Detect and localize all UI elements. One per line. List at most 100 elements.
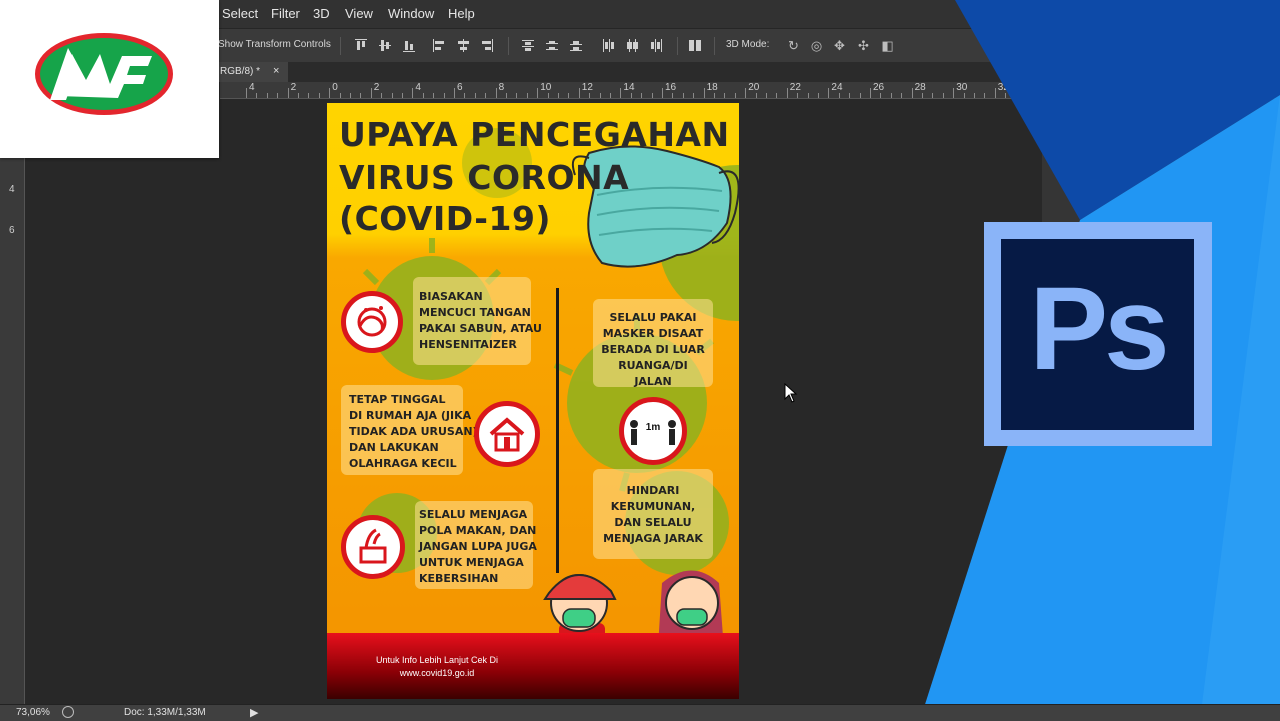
covid-poster[interactable]: UPAYA PENCEGAHAN VIRUS CORONA (COVID-19)…	[327, 103, 739, 699]
ruler-minor-tick	[277, 93, 279, 98]
distance-label: 1m	[645, 422, 661, 433]
distribute-bottom-icon[interactable]	[570, 39, 582, 52]
distribute-hcenter-icon[interactable]	[626, 39, 638, 52]
drag-3d-icon[interactable]: ✥	[832, 38, 847, 53]
ruler-minor-tick	[818, 93, 819, 98]
ruler-tick	[578, 88, 580, 98]
menu-3d[interactable]: 3D	[313, 6, 330, 21]
ruler-minor-tick	[859, 93, 861, 98]
ruler-minor-tick	[766, 93, 767, 98]
ruler-label: 14	[623, 82, 635, 93]
ruler-minor-tick	[360, 93, 362, 98]
ruler-label: 24	[831, 82, 843, 93]
document-tab[interactable]: RGB/8) * ×	[218, 62, 288, 82]
align-bottom-icon[interactable]	[403, 39, 415, 52]
ruler-minor-tick	[339, 93, 341, 98]
status-menu-arrow-icon[interactable]: ▶	[250, 706, 258, 719]
doc-info-icon[interactable]	[62, 706, 74, 718]
ruler-minor-tick	[266, 93, 268, 98]
distribute-vcenter-icon[interactable]	[546, 39, 558, 52]
ruler-minor-tick	[526, 93, 528, 98]
poster-title-line-1: UPAYA PENCEGAHAN	[339, 115, 730, 154]
ruler-minor-tick	[433, 93, 435, 98]
ruler-minor-tick	[641, 93, 643, 98]
ruler-minor-tick	[651, 93, 653, 98]
distribute-right-icon[interactable]	[650, 39, 662, 52]
ruler-minor-tick	[256, 93, 258, 98]
ruler-tick	[454, 88, 455, 98]
roll-3d-icon[interactable]: ◎	[809, 38, 824, 53]
ruler-minor-tick	[807, 93, 809, 98]
slide-3d-icon[interactable]: ✣	[856, 38, 871, 53]
social-distance-icon: 1m	[619, 397, 687, 465]
ruler-label: 18	[706, 82, 718, 93]
separator	[508, 37, 509, 55]
ruler-label: 26	[873, 82, 885, 93]
vertical-ruler[interactable]: 4 6	[0, 98, 25, 704]
photoshop-logo: Ps	[984, 222, 1212, 446]
ruler-minor-tick	[630, 93, 632, 98]
distribute-left-icon[interactable]	[602, 39, 614, 52]
ruler-minor-tick	[391, 93, 393, 98]
ruler-label: 0	[332, 82, 338, 93]
ruler-minor-tick	[776, 93, 778, 98]
ruler-minor-tick	[724, 93, 726, 98]
menu-view[interactable]: View	[345, 6, 373, 21]
ruler-tick	[287, 88, 289, 98]
rotate-3d-icon[interactable]: ↻	[786, 38, 801, 53]
trash-bin-icon	[341, 515, 405, 579]
tip-text: SELALU PAKAI MASKER DISAAT BERADA DI LUAR R…	[601, 311, 705, 388]
close-icon[interactable]: ×	[273, 65, 279, 77]
ruler-minor-tick	[464, 93, 466, 98]
ruler-minor-tick	[797, 93, 799, 98]
align-hcenter-icon[interactable]	[457, 39, 469, 52]
ruler-minor-tick	[838, 93, 840, 98]
ruler-label: 6	[9, 225, 15, 236]
menu-select[interactable]: Select	[222, 6, 258, 21]
ruler-minor-tick	[672, 93, 674, 98]
ruler-label: 12	[581, 82, 593, 93]
ruler-tick	[246, 88, 247, 98]
ruler-tick	[828, 88, 830, 98]
ruler-label: 20	[748, 82, 760, 93]
auto-align-icon[interactable]	[689, 39, 701, 52]
ruler-minor-tick	[589, 93, 591, 98]
ruler-tick	[703, 88, 705, 98]
ruler-tick	[370, 88, 372, 98]
ruler-minor-tick	[308, 93, 310, 98]
scale-3d-icon[interactable]: ◧	[880, 38, 895, 53]
ruler-minor-tick	[693, 93, 695, 98]
distribute-top-icon[interactable]	[522, 39, 534, 52]
footer-url: www.covid19.go.id	[399, 668, 475, 678]
tip-text: TETAP TINGGAL DI RUMAH AJA (JIKA TIDAK ADA…	[349, 393, 482, 470]
ruler-minor-tick	[599, 93, 601, 98]
separator	[677, 37, 678, 55]
channel-logo	[0, 0, 219, 158]
menu-filter[interactable]: Filter	[271, 6, 300, 21]
ruler-tick	[786, 88, 788, 98]
ruler-tick	[662, 88, 663, 98]
ruler-label: 22	[789, 82, 801, 93]
align-left-icon[interactable]	[433, 39, 445, 52]
ruler-minor-tick	[755, 93, 757, 98]
ruler-minor-tick	[506, 93, 507, 98]
ruler-tick	[412, 88, 414, 98]
zoom-level[interactable]: 73,06%	[16, 707, 50, 718]
ruler-label: 4	[9, 184, 15, 195]
menu-window[interactable]: Window	[388, 6, 434, 21]
ruler-label: 4	[415, 82, 421, 93]
ruler-minor-tick	[381, 93, 383, 98]
menu-help[interactable]: Help	[448, 6, 475, 21]
align-vcenter-icon[interactable]	[379, 39, 391, 52]
show-transform-controls-label[interactable]: Show Transform Controls	[218, 39, 331, 50]
poster-title-line-3: (COVID-19)	[339, 199, 551, 238]
ruler-label: 6	[457, 82, 463, 93]
document-tab-label: RGB/8) *	[220, 66, 261, 77]
ruler-label: 2	[290, 82, 297, 93]
stay-home-icon	[474, 401, 540, 467]
tip-text: BIASAKAN MENCUCI TANGAN PAKAI SABUN, ATAU H…	[419, 290, 542, 351]
align-right-icon[interactable]	[481, 39, 493, 52]
ruler-tick	[620, 88, 622, 98]
ruler-minor-tick	[558, 93, 559, 98]
align-top-icon[interactable]	[355, 39, 367, 52]
